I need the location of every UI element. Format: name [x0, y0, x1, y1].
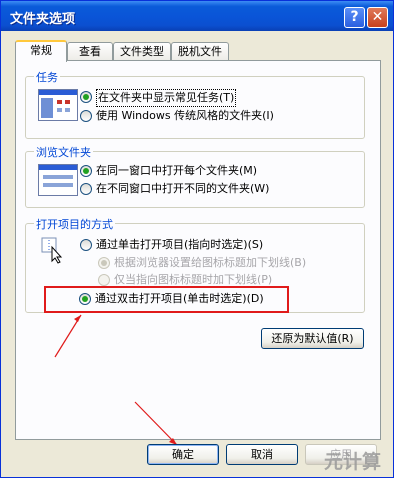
radio-button[interactable]	[79, 293, 91, 305]
annotation-arrow-to-ok	[134, 401, 178, 446]
folder-options-dialog: 文件夹选项 ? ✕ 常规 查看 文件类型 脱机文件 任务 在文件夹中显示常见任务…	[0, 0, 394, 478]
watermark-text: 元计算	[324, 451, 382, 473]
cancel-button[interactable]: 取消	[226, 444, 298, 465]
annotation-arrows	[54, 314, 178, 446]
tab-general[interactable]: 常规	[15, 40, 67, 62]
option-label: 通过双击打开项目(单击时选定)(D)	[95, 292, 264, 305]
restore-defaults-button[interactable]: 还原为默认值(R)	[261, 328, 364, 349]
ok-button[interactable]: 确定	[147, 444, 219, 465]
